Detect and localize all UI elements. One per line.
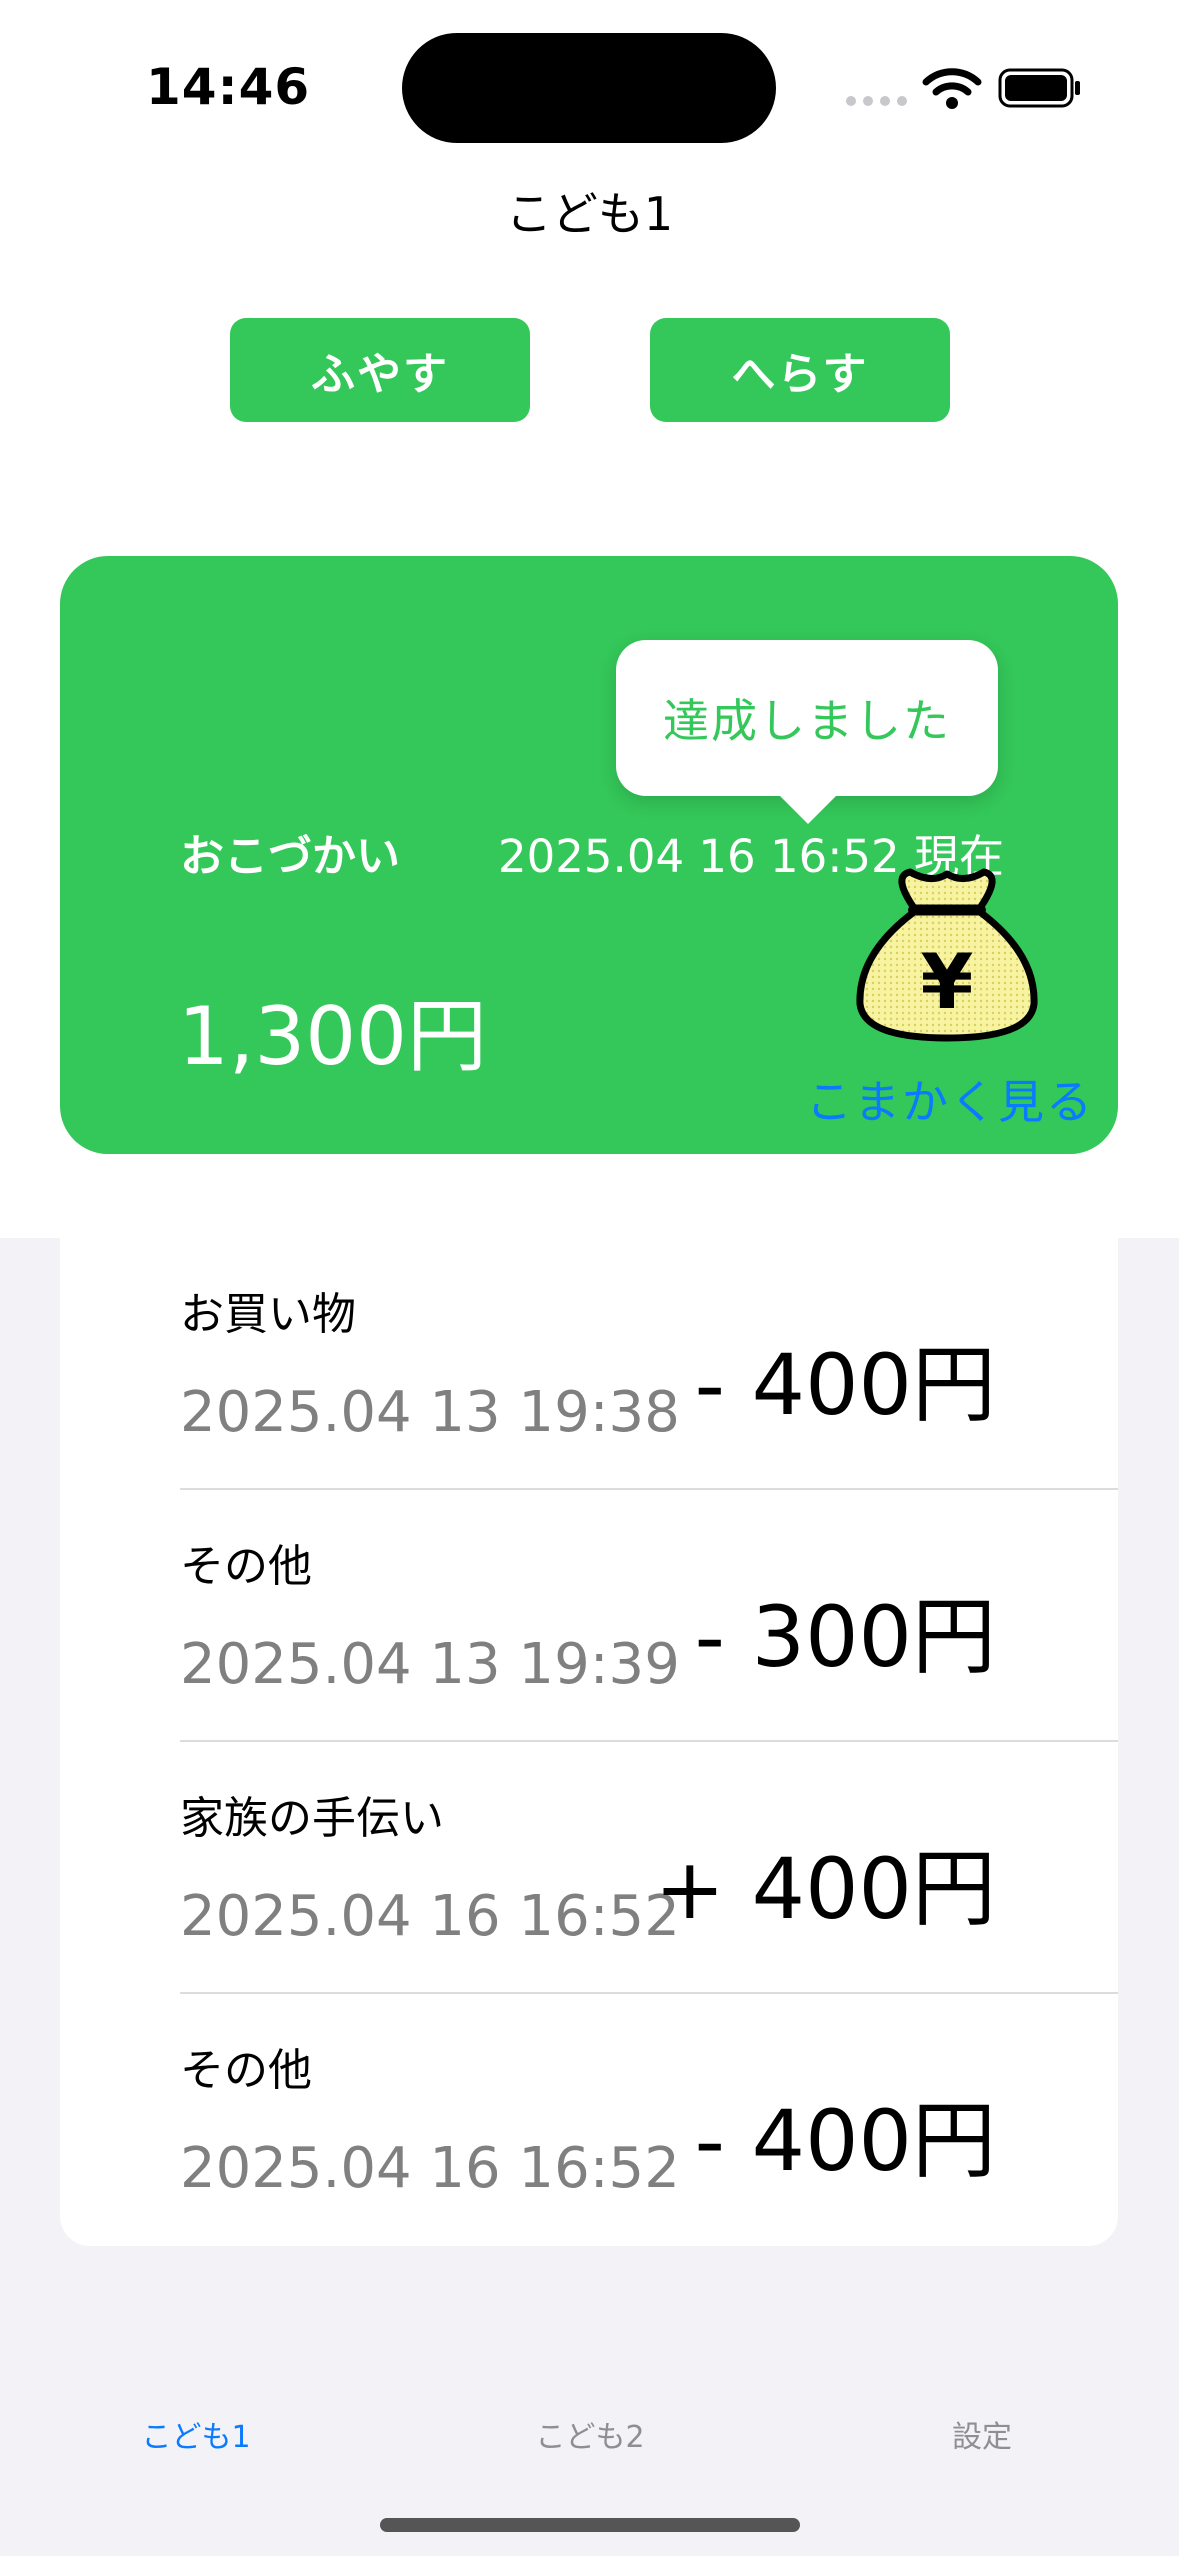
transaction-date: 2025.04 16 16:52 <box>180 2136 680 2201</box>
page-title: こども1 <box>505 187 674 241</box>
wifi-icon <box>922 68 982 109</box>
transaction-date: 2025.04 13 19:38 <box>180 1380 680 1445</box>
dynamic-island <box>402 33 776 143</box>
transaction-date: 2025.04 16 16:52 <box>180 1884 680 1949</box>
decrease-button[interactable]: へらす <box>650 318 950 422</box>
svg-text:¥: ¥ <box>921 937 974 1026</box>
cellular-signal-icon <box>846 96 907 106</box>
achievement-tooltip: 達成しました <box>616 640 998 796</box>
detail-link[interactable]: こまかく見る <box>806 1066 1094 1132</box>
transaction-amount: - 400円 <box>694 1336 996 1434</box>
tab-child2[interactable]: こども2 <box>480 2412 700 2456</box>
transaction-amount: - 300円 <box>694 1588 996 1686</box>
list-item[interactable]: その他 2025.04 13 19:39 - 300円 <box>60 1490 1118 1742</box>
transaction-amount: - 400円 <box>694 2092 996 2190</box>
transaction-category: その他 <box>180 1541 312 1592</box>
list-item[interactable]: 家族の手伝い 2025.04 16 16:52 + 400円 <box>60 1742 1118 1994</box>
status-time: 14:46 <box>146 58 311 116</box>
balance-amount: 1,300円 <box>178 990 488 1083</box>
transaction-list: お買い物 2025.04 13 19:38 - 400円 その他 2025.04… <box>60 1238 1118 2246</box>
list-item[interactable]: その他 2025.04 16 16:52 - 400円 <box>60 1994 1118 2246</box>
battery-icon <box>998 68 1080 108</box>
transaction-category: お買い物 <box>180 1289 356 1340</box>
transaction-amount: + 400円 <box>654 1840 996 1938</box>
tab-child1[interactable]: こども1 <box>86 2412 306 2456</box>
increase-button[interactable]: ふやす <box>230 318 530 422</box>
home-indicator <box>380 2518 800 2532</box>
balance-label: おこづかい <box>180 831 400 882</box>
money-bag-yen-icon: ¥ <box>856 868 1038 1042</box>
tab-settings[interactable]: 設定 <box>872 2412 1092 2456</box>
transaction-category: 家族の手伝い <box>180 1793 444 1844</box>
transaction-category: その他 <box>180 2045 312 2096</box>
list-item[interactable]: お買い物 2025.04 13 19:38 - 400円 <box>60 1238 1118 1490</box>
transaction-date: 2025.04 13 19:39 <box>180 1632 680 1697</box>
tooltip-tail <box>778 794 838 824</box>
